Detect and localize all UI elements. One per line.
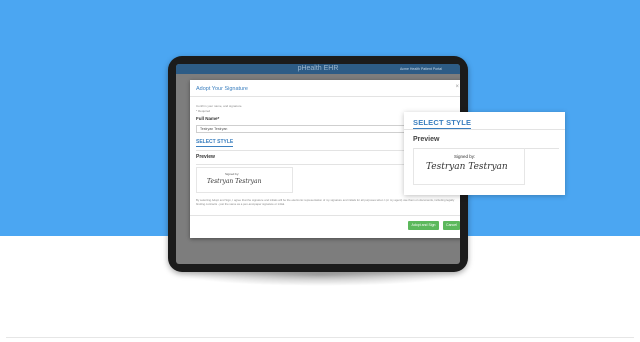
- required-note: * Required: [196, 109, 211, 113]
- bottom-divider: [6, 337, 634, 338]
- preview-label: Preview: [196, 154, 215, 160]
- app-header: pHealth EHR Acme Health Patient Portal: [176, 64, 460, 74]
- adopt-and-sign-button[interactable]: Adopt and Sign: [408, 221, 439, 230]
- signature-preview-box: Signed by: Testryan Testryan: [196, 167, 293, 193]
- legal-disclaimer: By selecting Adopt and Sign, I agree tha…: [196, 198, 455, 206]
- signed-by-label-zoomed: Signed by:: [454, 154, 476, 159]
- modal-header-divider: [190, 96, 460, 97]
- signature-preview-zoomed: Testryan Testryan: [426, 162, 508, 172]
- confirm-instructions: Confirm your name, and signature.: [196, 104, 243, 108]
- preview-label-zoomed: Preview: [413, 136, 440, 143]
- section-divider: [404, 129, 565, 130]
- section-divider: [196, 150, 418, 151]
- signed-by-label: Signed by:: [225, 172, 240, 176]
- cancel-button[interactable]: Cancel: [443, 221, 460, 230]
- select-style-link[interactable]: SELECT STYLE: [196, 139, 234, 147]
- signature-preview-box-zoomed: Signed by: Testryan Testryan: [413, 148, 525, 185]
- section-divider: [196, 164, 418, 165]
- full-name-input[interactable]: Testryan Testryan: [196, 125, 423, 133]
- modal-title: Adopt Your Signature: [196, 86, 248, 92]
- close-icon[interactable]: ×: [455, 84, 459, 90]
- modal-footer-divider: [190, 215, 460, 216]
- full-name-label: Full Name*: [196, 116, 220, 121]
- app-header-right-text: Acme Health Patient Portal: [399, 67, 442, 71]
- signature-preview: Testryan Testryan: [207, 178, 262, 185]
- zoom-callout-card: SELECT STYLE Preview Signed by: Testryan…: [404, 112, 565, 195]
- select-style-link-zoomed[interactable]: SELECT STYLE: [413, 118, 472, 129]
